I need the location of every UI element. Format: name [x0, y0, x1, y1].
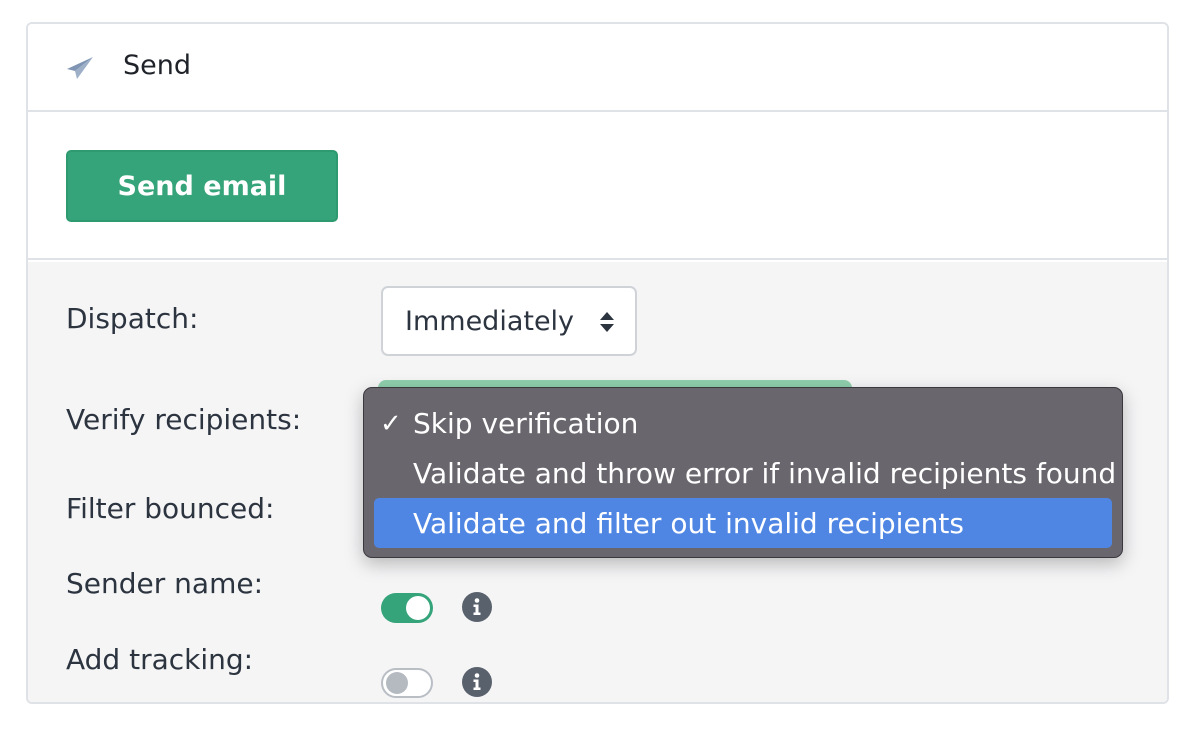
- option-validate-throw-error[interactable]: Validate and throw error if invalid reci…: [374, 448, 1116, 498]
- info-icon[interactable]: [462, 667, 492, 697]
- select-arrows-icon: [600, 312, 614, 332]
- add-tracking-label: Add tracking:: [66, 643, 254, 676]
- option-label: Validate and throw error if invalid reci…: [413, 457, 1117, 490]
- verify-recipients-dropdown: ✓ Skip verification Validate and throw e…: [363, 387, 1123, 558]
- toggle-knob: [386, 672, 408, 694]
- sender-name-toggle[interactable]: [381, 593, 433, 623]
- card-header: Send: [28, 24, 1167, 112]
- option-validate-filter-out[interactable]: Validate and filter out invalid recipien…: [374, 498, 1112, 548]
- toggle-knob: [406, 596, 430, 620]
- action-section: Send email: [28, 112, 1167, 260]
- option-skip-verification[interactable]: ✓ Skip verification: [374, 398, 1112, 448]
- send-email-button[interactable]: Send email: [66, 150, 338, 222]
- option-label: Validate and filter out invalid recipien…: [413, 507, 964, 540]
- filter-bounced-label: Filter bounced:: [66, 492, 275, 525]
- dispatch-value: Immediately: [405, 305, 575, 337]
- add-tracking-toggle[interactable]: [381, 668, 433, 698]
- checkmark-icon: ✓: [380, 409, 402, 439]
- verify-recipients-label: Verify recipients:: [66, 403, 302, 436]
- sender-name-label: Sender name:: [66, 567, 263, 600]
- paper-plane-icon: [67, 57, 93, 79]
- dispatch-select[interactable]: Immediately: [381, 286, 637, 356]
- send-card: Send Send email Dispatch: Immediately Ve…: [26, 22, 1169, 704]
- option-label: Skip verification: [413, 407, 639, 440]
- info-icon[interactable]: [462, 592, 492, 622]
- dispatch-label: Dispatch:: [66, 302, 199, 335]
- card-title: Send: [123, 50, 192, 81]
